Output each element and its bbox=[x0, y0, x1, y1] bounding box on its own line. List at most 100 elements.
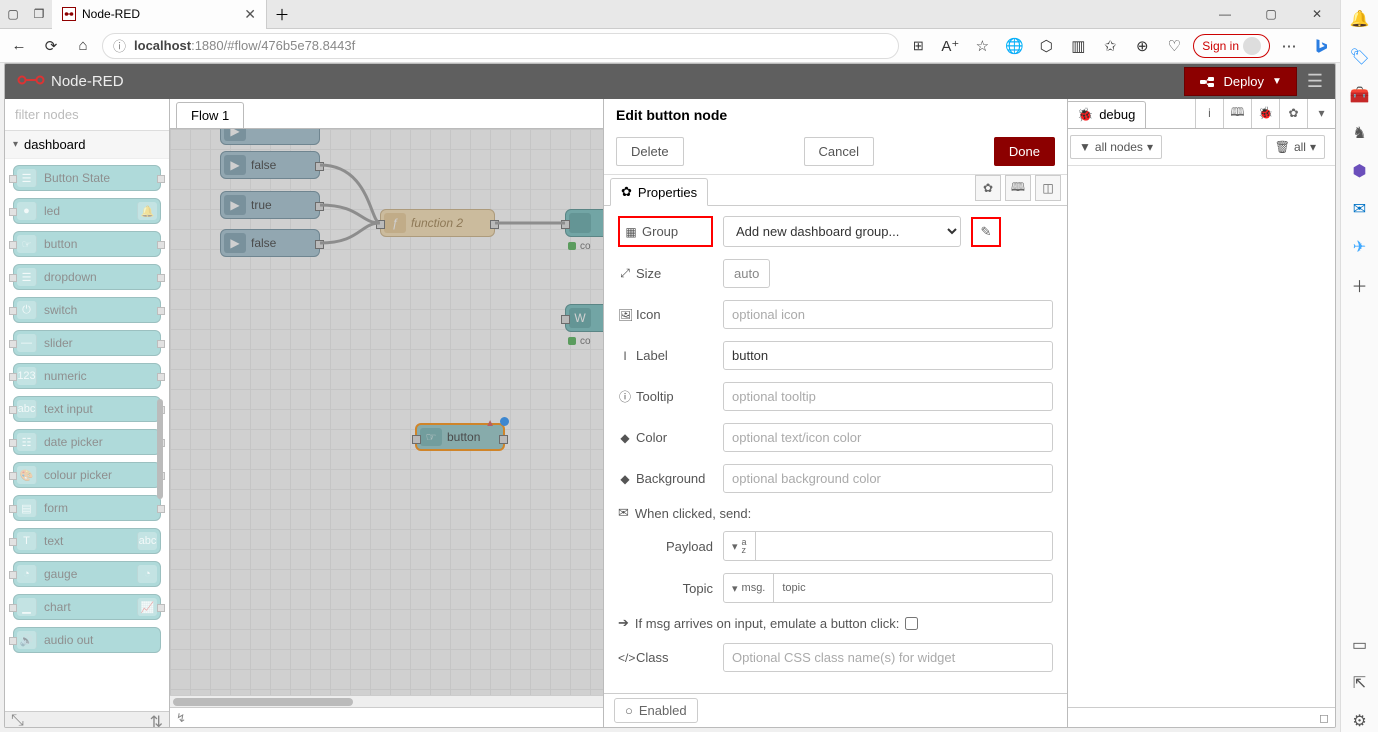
office-icon[interactable]: ⬢ bbox=[1349, 160, 1371, 182]
add-tool-icon[interactable]: ＋ bbox=[1349, 274, 1371, 296]
tooltip-input[interactable] bbox=[723, 382, 1053, 411]
tab-actions-icon[interactable]: ❐ bbox=[26, 7, 52, 21]
outlook-icon[interactable]: ✉ bbox=[1349, 198, 1371, 220]
flow-node-false[interactable]: ▶false bbox=[220, 151, 320, 179]
window-close-icon[interactable]: ✕ bbox=[1294, 0, 1340, 29]
palette-node[interactable]: 123numeric bbox=[13, 363, 161, 389]
palette-node[interactable]: ☰dropdown bbox=[13, 264, 161, 290]
sidebar-config-icon[interactable]: ✿ bbox=[1279, 99, 1307, 128]
qr-icon[interactable]: ⊞ bbox=[905, 33, 931, 59]
delete-button[interactable]: Delete bbox=[616, 137, 684, 166]
close-tab-icon[interactable]: ✕ bbox=[244, 6, 256, 23]
palette-scrollbar[interactable] bbox=[157, 399, 163, 499]
browser-tab[interactable]: Node-RED ✕ bbox=[52, 0, 267, 29]
edge-sidebar: 🔔 🏷 🧰 ♞ ⬢ ✉ ✈ ＋ ▭ ⇱ ⚙ bbox=[1340, 0, 1378, 732]
deploy-button[interactable]: Deploy ▼ bbox=[1184, 67, 1296, 96]
main-menu-button[interactable]: ☰ bbox=[1307, 71, 1323, 92]
edge-settings-icon[interactable]: ⚙ bbox=[1349, 710, 1371, 732]
favorites-hub-icon[interactable]: ✩ bbox=[1097, 33, 1123, 59]
debug-open-icon[interactable]: ◻ bbox=[1319, 711, 1329, 725]
extensions-icon[interactable]: ⬡ bbox=[1033, 33, 1059, 59]
label-input[interactable] bbox=[723, 341, 1053, 370]
topic-input[interactable]: ▾ msg. topic bbox=[723, 573, 1053, 603]
enabled-toggle[interactable]: ○Enabled bbox=[614, 698, 698, 723]
performance-icon[interactable]: ♡ bbox=[1161, 33, 1187, 59]
palette-node[interactable]: 🔊audio out bbox=[13, 627, 161, 653]
edge-share-icon[interactable]: ⇱ bbox=[1349, 672, 1371, 694]
back-button[interactable]: ← bbox=[6, 33, 32, 59]
emulate-checkbox[interactable] bbox=[905, 617, 918, 630]
site-info-icon[interactable]: ⓘ bbox=[113, 36, 126, 55]
more-icon[interactable]: ⋯ bbox=[1276, 33, 1302, 59]
palette-node[interactable]: ▤form bbox=[13, 495, 161, 521]
tools-icon[interactable]: 🧰 bbox=[1349, 84, 1371, 106]
palette-category[interactable]: dashboard bbox=[5, 131, 169, 159]
node-appearance-icon[interactable]: ◫ bbox=[1035, 175, 1061, 201]
collections-icon[interactable]: ⊕ bbox=[1129, 33, 1155, 59]
window-maximize-icon[interactable]: ▢ bbox=[1248, 0, 1294, 29]
shopping-icon[interactable]: 🏷 bbox=[1349, 46, 1371, 68]
home-button[interactable]: ⌂ bbox=[70, 33, 96, 59]
lasso-icon[interactable]: ↯ bbox=[176, 711, 186, 725]
abc-icon: abc bbox=[137, 532, 157, 550]
palette-node[interactable]: Ttextabc bbox=[13, 528, 161, 554]
node-settings-icon[interactable]: ✿ bbox=[975, 175, 1001, 201]
size-button[interactable]: auto bbox=[723, 259, 770, 288]
palette-node[interactable]: ⏻switch bbox=[13, 297, 161, 323]
switch-icon: ⏻ bbox=[17, 301, 37, 319]
flow-node-false[interactable]: ▶false bbox=[220, 229, 320, 257]
palette-toggle-icon[interactable]: ⇅ bbox=[150, 712, 163, 727]
palette-node[interactable]: ☷date picker bbox=[13, 429, 161, 455]
url-input[interactable]: ⓘ localhost:1880/#flow/476b5e78.8443f bbox=[102, 33, 899, 59]
notifications-icon[interactable]: 🔔 bbox=[1349, 8, 1371, 30]
palette-node[interactable]: ☰Button State bbox=[13, 165, 161, 191]
background-input[interactable] bbox=[723, 464, 1053, 493]
split-screen-icon[interactable]: ▥ bbox=[1065, 33, 1091, 59]
sidebar-more-icon[interactable]: ▾ bbox=[1307, 99, 1335, 128]
payload-input[interactable]: ▾ az bbox=[723, 531, 1053, 561]
palette-node[interactable]: abctext input bbox=[13, 396, 161, 422]
palette-node[interactable]: ●led🔔 bbox=[13, 198, 161, 224]
palette-node[interactable]: 🎨colour picker bbox=[13, 462, 161, 488]
properties-tab[interactable]: ✿Properties bbox=[610, 178, 708, 206]
icon-input[interactable] bbox=[723, 300, 1053, 329]
flow-tab[interactable]: Flow 1 bbox=[176, 102, 244, 128]
refresh-button[interactable]: ⟳ bbox=[38, 33, 64, 59]
group-select[interactable]: Add new dashboard group... bbox=[723, 216, 961, 247]
edit-group-button[interactable]: ✎ bbox=[971, 217, 1001, 247]
debug-clear[interactable]: 🗑all ▾ bbox=[1266, 135, 1325, 159]
flow-node-false[interactable]: ▶ bbox=[220, 129, 320, 145]
palette-node[interactable]: —slider bbox=[13, 330, 161, 356]
palette-node[interactable]: ☞button bbox=[13, 231, 161, 257]
palette-node[interactable]: ▁chart📈 bbox=[13, 594, 161, 620]
send-icon[interactable]: ✈ bbox=[1349, 236, 1371, 258]
sidebar-info-icon[interactable]: i bbox=[1195, 99, 1223, 128]
palette-expand-icon[interactable]: ⤡ bbox=[11, 712, 24, 727]
debug-filter[interactable]: ▼all nodes ▾ bbox=[1070, 135, 1162, 159]
sidebar-help-icon[interactable]: 🕮 bbox=[1223, 99, 1251, 128]
palette-filter-input[interactable] bbox=[11, 105, 163, 124]
sidebar-debug-icon[interactable]: 🐞 bbox=[1251, 99, 1279, 128]
class-input[interactable] bbox=[723, 643, 1053, 672]
workspaces-icon[interactable]: ▢ bbox=[0, 7, 26, 21]
bing-button[interactable] bbox=[1308, 33, 1334, 59]
signin-button[interactable]: Sign in bbox=[1193, 34, 1270, 58]
palette-node[interactable]: ◔gauge◔ bbox=[13, 561, 161, 587]
node-docs-icon[interactable]: 🕮 bbox=[1005, 175, 1031, 201]
window-minimize-icon[interactable]: — bbox=[1202, 0, 1248, 29]
cancel-button[interactable]: Cancel bbox=[804, 137, 874, 166]
favorite-icon[interactable]: ☆ bbox=[969, 33, 995, 59]
done-button[interactable]: Done bbox=[994, 137, 1055, 166]
flow-node-function[interactable]: ƒfunction 2 bbox=[380, 209, 495, 237]
flow-node-true[interactable]: ▶true bbox=[220, 191, 320, 219]
read-aloud-icon[interactable]: A⁺ bbox=[937, 33, 963, 59]
internet-download-icon[interactable]: 🌐 bbox=[1001, 33, 1027, 59]
flow-node-button-selected[interactable]: ☞button▲ bbox=[415, 423, 505, 451]
color-input[interactable] bbox=[723, 423, 1053, 452]
label-class: </>Class bbox=[618, 650, 713, 665]
sidebar-tab-debug[interactable]: 🐞debug bbox=[1066, 101, 1146, 128]
games-icon[interactable]: ♞ bbox=[1349, 122, 1371, 144]
edge-split-icon[interactable]: ▭ bbox=[1349, 634, 1371, 656]
new-tab-button[interactable]: ＋ bbox=[267, 4, 297, 25]
label-background: ◆Background bbox=[618, 471, 713, 486]
